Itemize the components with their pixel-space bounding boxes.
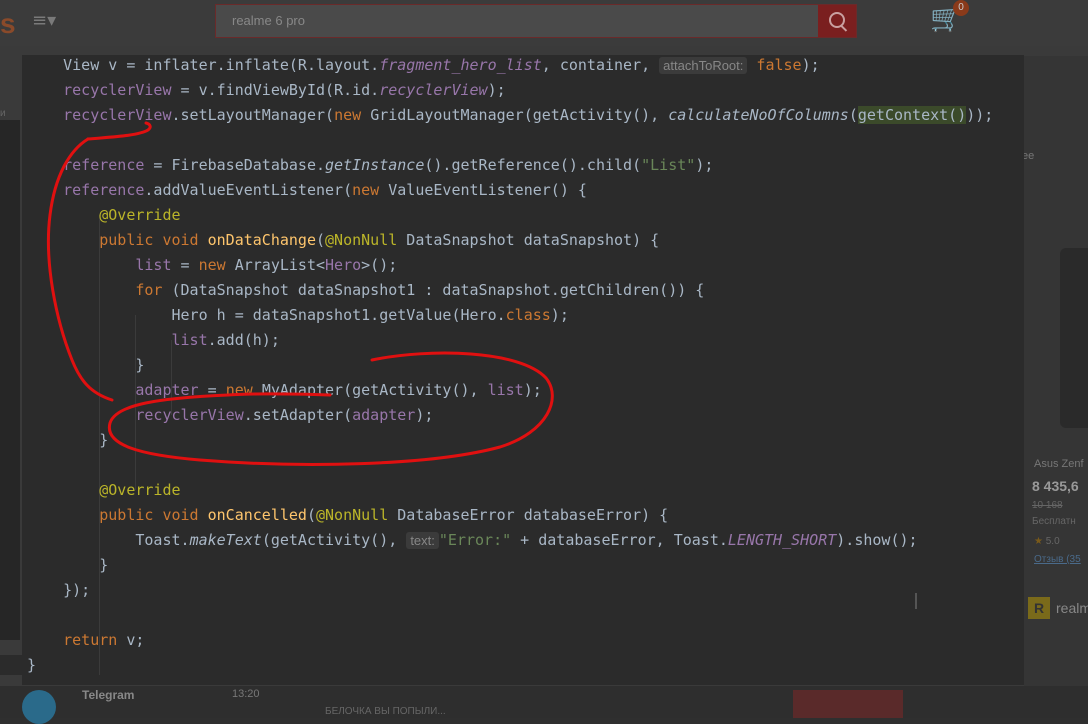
annotation-hook-stroke [86, 121, 152, 141]
annotation-circle-stroke [107, 351, 554, 466]
red-annotation-overlay [46, 121, 554, 466]
annotation-bracket-stroke [46, 137, 114, 402]
